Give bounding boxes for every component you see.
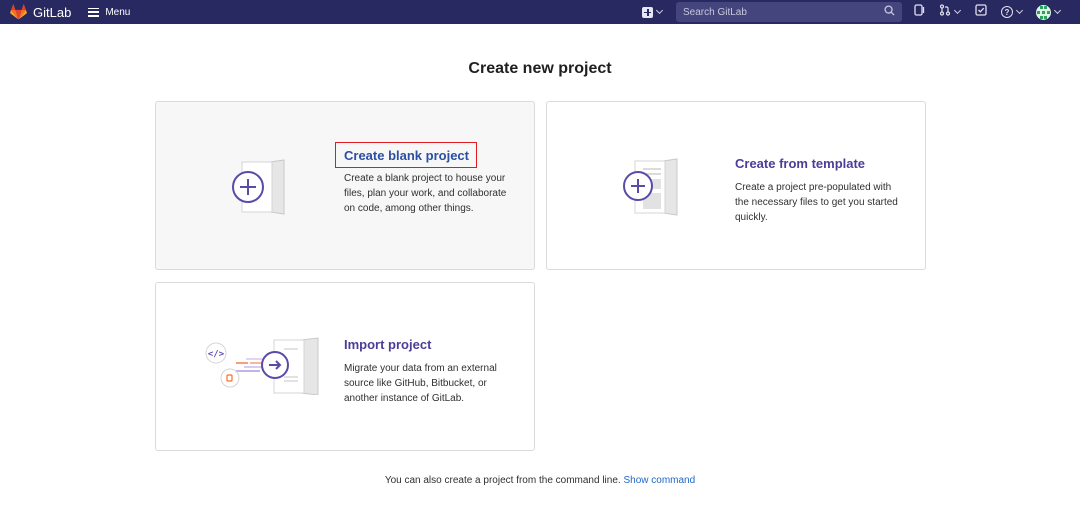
import-text: Import project Migrate your data from an… — [344, 336, 514, 406]
svg-text:</>: </> — [208, 350, 225, 360]
merge-requests-icon — [939, 3, 951, 21]
help-icon: ? — [1001, 6, 1013, 18]
command-line-text: You can also create a project from the c… — [384, 475, 621, 486]
import-project-illustration: </> — [198, 335, 323, 400]
chevron-down-icon — [655, 6, 664, 15]
menu-label: Menu — [105, 6, 131, 18]
blank-project-text: Create blank project Create a blank proj… — [335, 142, 514, 216]
template-description: Create a project pre-populated with the … — [735, 182, 898, 223]
menu-button[interactable]: Menu — [88, 7, 130, 18]
show-command-link[interactable]: Show command — [623, 475, 695, 486]
create-from-template-title[interactable]: Create from template — [735, 156, 865, 171]
top-navbar: GitLab Menu Search GitLab ? — [0, 0, 1080, 24]
user-menu-dropdown[interactable] — [1036, 4, 1062, 20]
create-new-icon — [642, 6, 653, 18]
issues-icon — [914, 3, 925, 21]
template-text: Create from template Create a project pr… — [735, 155, 905, 225]
page-title: Create new project — [468, 60, 612, 77]
blank-project-illustration — [228, 158, 298, 223]
brand-name: GitLab — [33, 4, 72, 20]
gitlab-logo-icon — [10, 4, 27, 20]
create-blank-project-card[interactable]: Create blank project Create a blank proj… — [155, 101, 535, 270]
search-icon[interactable] — [884, 3, 895, 21]
chevron-down-icon — [1053, 6, 1062, 15]
menu-icon — [88, 7, 100, 17]
search-input[interactable] — [683, 6, 863, 18]
user-avatar — [1036, 4, 1051, 20]
issues-button[interactable] — [914, 3, 925, 21]
merge-requests-dropdown[interactable] — [939, 3, 962, 21]
create-blank-project-title[interactable]: Create blank project — [335, 142, 477, 168]
import-project-card[interactable]: </> Import project Migrate your data fro… — [155, 282, 535, 451]
command-line-note: You can also create a project from the c… — [0, 475, 1080, 486]
todos-icon — [975, 3, 987, 21]
create-from-template-card[interactable]: Create from template Create a project pr… — [546, 101, 926, 270]
brand-home-link[interactable]: GitLab — [10, 4, 71, 20]
blank-project-description: Create a blank project to house your fil… — [344, 173, 507, 214]
todos-button[interactable] — [975, 3, 987, 21]
import-description: Migrate your data from an external sourc… — [344, 363, 497, 404]
right-nav: ? — [642, 0, 1080, 24]
import-project-title[interactable]: Import project — [344, 337, 431, 352]
create-new-dropdown[interactable] — [642, 6, 664, 18]
chevron-down-icon — [953, 6, 962, 15]
chevron-down-icon — [1015, 6, 1024, 15]
search-box[interactable] — [676, 2, 902, 22]
template-illustration — [619, 157, 689, 224]
help-dropdown[interactable]: ? — [1001, 6, 1024, 18]
